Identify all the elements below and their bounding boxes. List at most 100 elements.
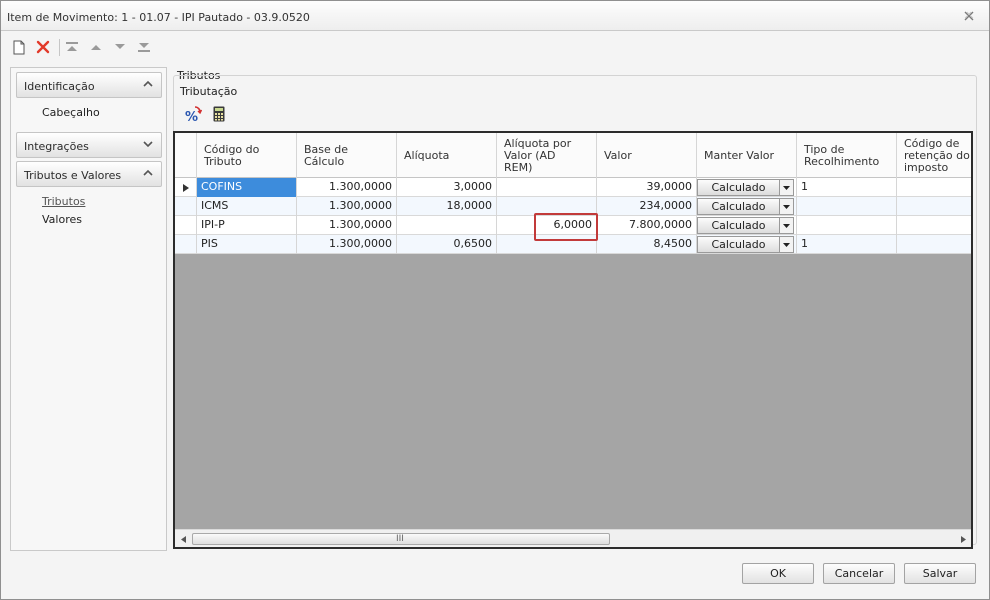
horizontal-scrollbar[interactable]: III [175, 529, 971, 547]
chevron-up-icon [143, 169, 153, 176]
calculator-icon[interactable] [209, 104, 229, 124]
next-icon[interactable] [111, 38, 129, 56]
row-indicator [175, 216, 197, 235]
column-header-codigo-retencao[interactable]: Código de retenção do imposto [897, 133, 971, 178]
cell-tipo-recolhimento[interactable] [797, 216, 897, 235]
table-row[interactable]: ICMS 1.300,0000 18,0000 234,0000 Calcula… [175, 197, 971, 216]
cell-codigo[interactable]: PIS [197, 235, 297, 254]
cell-codigo-retencao[interactable] [897, 235, 971, 254]
combo-value: Calculado [711, 200, 766, 213]
scroll-right-icon[interactable] [957, 533, 969, 545]
cell-manter-valor: Calculado [697, 216, 797, 235]
cell-base[interactable]: 1.300,0000 [297, 216, 397, 235]
row-indicator-icon [175, 178, 197, 197]
prev-icon[interactable] [87, 38, 105, 56]
cell-valor[interactable]: 234,0000 [597, 197, 697, 216]
combo-value: Calculado [711, 181, 766, 194]
chevron-up-icon [143, 80, 153, 87]
manter-valor-combo[interactable]: Calculado [697, 217, 794, 234]
header-indicator-cell [175, 133, 197, 178]
save-button[interactable]: Salvar [904, 563, 976, 584]
manter-valor-combo[interactable]: Calculado [697, 236, 794, 253]
cell-codigo[interactable]: IPI-P [197, 216, 297, 235]
cell-aliquota[interactable]: 18,0000 [397, 197, 497, 216]
cell-aliquota[interactable]: 0,6500 [397, 235, 497, 254]
cell-codigo[interactable]: ICMS [197, 197, 297, 216]
column-header-aliquota[interactable]: Alíquota [397, 133, 497, 178]
dropdown-arrow-icon[interactable] [779, 199, 793, 214]
cell-valor[interactable]: 8,4500 [597, 235, 697, 254]
sidebar-group-label: Integrações [24, 140, 89, 153]
cell-manter-valor: Calculado [697, 178, 797, 197]
sidebar-item-cabecalho[interactable]: Cabeçalho [42, 106, 100, 119]
column-header-aliquota-valor[interactable]: Alíquota por Valor (AD REM) [497, 133, 597, 178]
cell-valor[interactable]: 7.800,0000 [597, 216, 697, 235]
cell-base[interactable]: 1.300,0000 [297, 235, 397, 254]
column-header-tipo-recolhimento[interactable]: Tipo de Recolhimento [797, 133, 897, 178]
sidebar-item-tributos[interactable]: Tributos [42, 195, 85, 208]
cell-tipo-recolhimento[interactable]: 1 [797, 178, 897, 197]
main-toolbar [1, 32, 989, 64]
cell-codigo-retencao[interactable] [897, 197, 971, 216]
cell-aliquota[interactable]: 3,0000 [397, 178, 497, 197]
scroll-left-icon[interactable] [177, 533, 189, 545]
sidebar-group-integracoes[interactable]: Integrações [16, 132, 162, 158]
manter-valor-combo[interactable]: Calculado [697, 198, 794, 215]
cell-tipo-recolhimento[interactable] [797, 197, 897, 216]
cell-aliquota[interactable] [397, 216, 497, 235]
cell-tipo-recolhimento[interactable]: 1 [797, 235, 897, 254]
cell-manter-valor: Calculado [697, 197, 797, 216]
cell-aliquota-valor[interactable] [497, 235, 597, 254]
cell-codigo-retencao[interactable] [897, 178, 971, 197]
window-title: Item de Movimento: 1 - 01.07 - IPI Pauta… [7, 11, 310, 24]
navigation-sidebar: Identificação Cabeçalho Integrações Trib… [10, 67, 167, 551]
manter-valor-combo[interactable]: Calculado [697, 179, 794, 196]
delete-icon[interactable] [34, 38, 52, 56]
scrollbar-grip: III [396, 534, 404, 544]
ok-button[interactable]: OK [742, 563, 814, 584]
column-header-codigo[interactable]: Código do Tributo [197, 133, 297, 178]
table-row[interactable]: IPI-P 1.300,0000 6,0000 7.800,0000 Calcu… [175, 216, 971, 235]
table-row[interactable]: PIS 1.300,0000 0,6500 8,4500 Calculado 1 [175, 235, 971, 254]
chevron-down-icon [143, 141, 153, 148]
row-indicator [175, 197, 197, 216]
cell-aliquota-valor[interactable] [497, 178, 597, 197]
row-indicator [175, 235, 197, 254]
cell-codigo[interactable]: COFINS [197, 178, 297, 197]
dropdown-arrow-icon[interactable] [779, 180, 793, 195]
first-icon[interactable] [63, 38, 81, 56]
column-header-base[interactable]: Base de Cálculo [297, 133, 397, 178]
grid-header: Código do Tributo Base de Cálculo Alíquo… [175, 133, 971, 178]
cell-base[interactable]: 1.300,0000 [297, 197, 397, 216]
title-bar: Item de Movimento: 1 - 01.07 - IPI Pauta… [1, 1, 989, 31]
sidebar-group-label: Identificação [24, 80, 95, 93]
sidebar-group-label: Tributos e Valores [24, 169, 122, 182]
recalculate-percent-icon[interactable]: % [183, 104, 203, 124]
last-icon[interactable] [135, 38, 153, 56]
close-icon[interactable] [963, 11, 975, 23]
toolbar-separator [59, 39, 60, 56]
sidebar-group-identificacao[interactable]: Identificação [16, 72, 162, 98]
sidebar-group-tributos-valores[interactable]: Tributos e Valores [16, 161, 162, 187]
cell-aliquota-valor[interactable] [497, 197, 597, 216]
cell-base[interactable]: 1.300,0000 [297, 178, 397, 197]
cell-valor[interactable]: 39,0000 [597, 178, 697, 197]
dialog-window: Item de Movimento: 1 - 01.07 - IPI Pauta… [0, 0, 990, 600]
combo-value: Calculado [711, 219, 766, 232]
tributos-grid: Código do Tributo Base de Cálculo Alíquo… [173, 131, 973, 549]
cell-manter-valor: Calculado [697, 235, 797, 254]
column-header-manter-valor[interactable]: Manter Valor [697, 133, 797, 178]
dropdown-arrow-icon[interactable] [779, 237, 793, 252]
dropdown-arrow-icon[interactable] [779, 218, 793, 233]
scrollbar-thumb[interactable]: III [192, 533, 610, 545]
table-row[interactable]: COFINS 1.300,0000 3,0000 39,0000 Calcula… [175, 178, 971, 197]
cancel-button[interactable]: Cancelar [823, 563, 895, 584]
cell-codigo-retencao[interactable] [897, 216, 971, 235]
group-title: Tributação [180, 85, 240, 98]
new-icon[interactable] [10, 38, 28, 56]
sidebar-item-valores[interactable]: Valores [42, 213, 82, 226]
combo-value: Calculado [711, 238, 766, 251]
main-content: Tributos Tributação % Código do Tributo … [173, 67, 979, 554]
cell-aliquota-valor[interactable]: 6,0000 [497, 216, 597, 235]
column-header-valor[interactable]: Valor [597, 133, 697, 178]
